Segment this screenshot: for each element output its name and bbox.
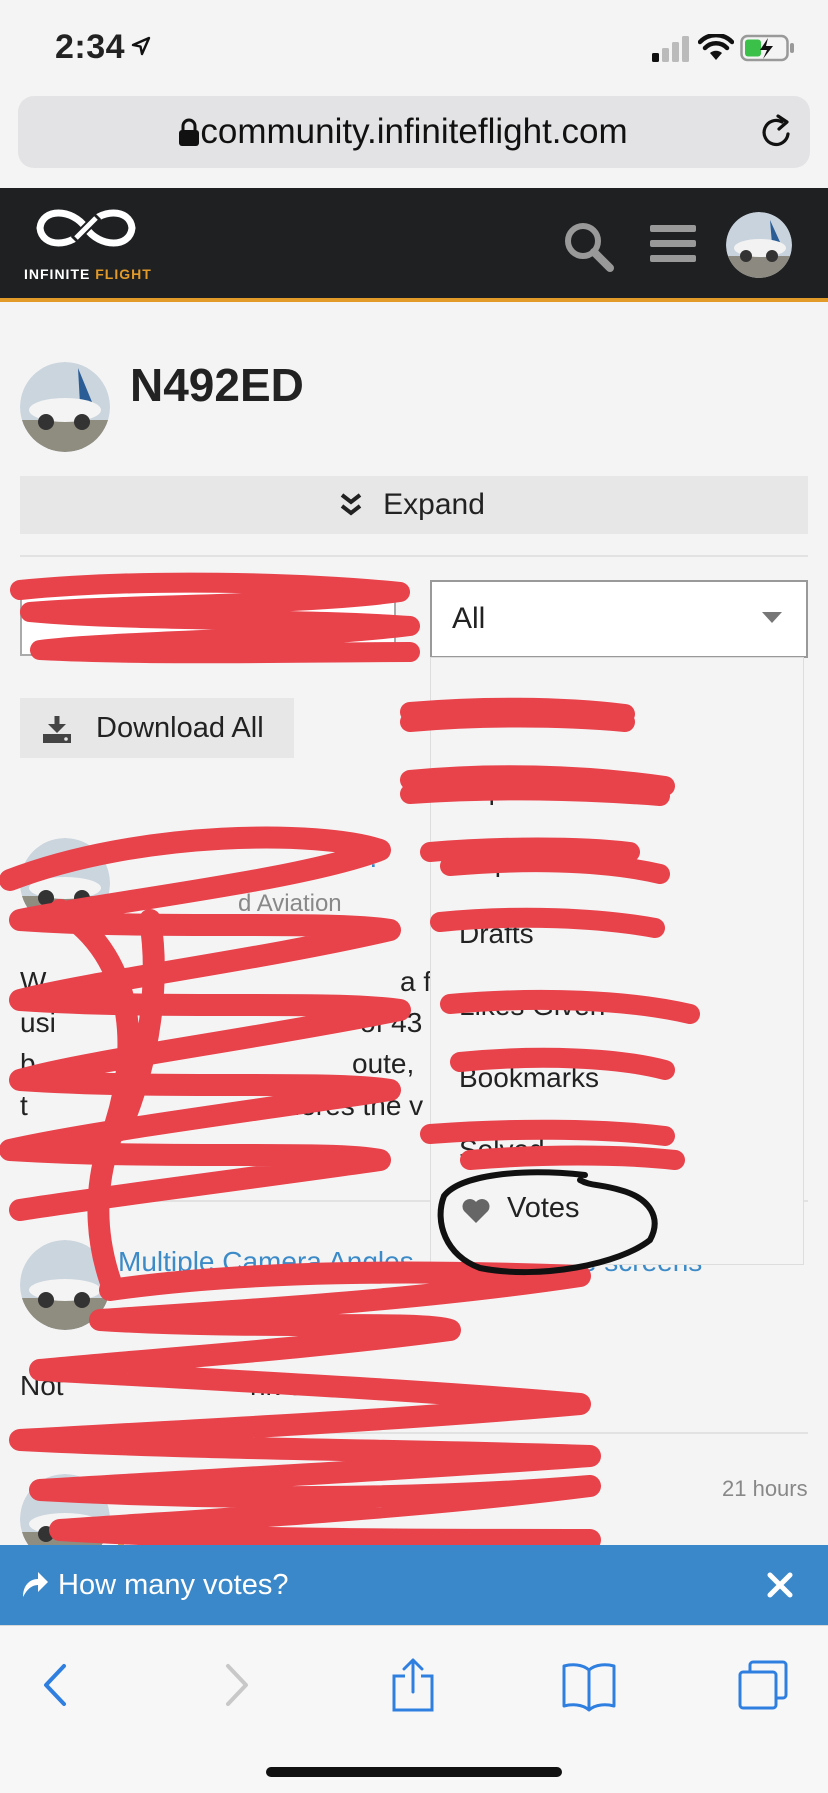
post-author-avatar[interactable]: [20, 1240, 110, 1330]
logo-word-flight: FLIGHT: [95, 266, 152, 282]
divider: [20, 555, 808, 557]
forward-icon[interactable]: [208, 1658, 262, 1712]
expand-profile-button[interactable]: Expand: [20, 476, 808, 534]
dropdown-item-votes[interactable]: Votes: [507, 1192, 580, 1225]
clock: 2:34: [55, 28, 126, 66]
notification-banner[interactable]: How many votes?: [0, 1545, 828, 1625]
dropdown-item-likes-given[interactable]: Likes Given: [459, 990, 605, 1022]
post-excerpt-line: about: [20, 1132, 91, 1163]
hamburger-menu-icon[interactable]: [648, 222, 698, 266]
post-excerpt-line: Heres the v: [280, 1090, 424, 1121]
feed-separator: [20, 1432, 808, 1434]
home-indicator: [266, 1767, 562, 1777]
download-icon: [43, 716, 71, 743]
site-header: INFINITE FLIGHT: [0, 188, 828, 302]
download-all-label: Download All: [96, 712, 264, 744]
url-text[interactable]: community.infiniteflight.com: [18, 96, 810, 168]
post-title[interactable]: Multiple Camera Angles: [118, 1246, 414, 1278]
dropdown-item-bookmarks[interactable]: Bookmarks: [459, 1062, 599, 1094]
activity-type-select[interactable]: All: [430, 580, 808, 658]
status-bar: 2:34: [0, 0, 828, 90]
post-excerpt-line: Not: [20, 1370, 64, 1401]
wifi-icon: [698, 34, 734, 60]
post-excerpt-line: t: [20, 1090, 28, 1121]
caret-down-icon: [762, 612, 782, 623]
close-icon[interactable]: [760, 1565, 800, 1605]
location-arrow-icon: [131, 36, 151, 56]
expand-label[interactable]: Expand: [20, 476, 808, 534]
heart-icon: [462, 1199, 490, 1223]
bookmarks-book-icon[interactable]: [562, 1658, 616, 1712]
post-excerpt-line: usi: [20, 1007, 56, 1038]
activity-type-dropdown: All Topics Replies Drafts Likes Given Bo…: [430, 657, 804, 1265]
post-timestamp: 21 hours: [722, 1476, 808, 1501]
reload-icon[interactable]: [756, 112, 796, 152]
dropdown-item-drafts[interactable]: Drafts: [459, 918, 534, 950]
download-all-button[interactable]: Download All: [20, 698, 294, 758]
share-icon[interactable]: [386, 1658, 440, 1712]
logo-wordmark: INFINITE FLIGHT: [24, 266, 152, 282]
share-arrow-icon: [23, 1572, 48, 1597]
dropdown-item-replies[interactable]: Replies: [459, 846, 552, 878]
lock-icon: [179, 118, 199, 146]
post-author-avatar[interactable]: [20, 838, 110, 928]
profile-avatar[interactable]: [20, 362, 110, 452]
dropdown-item-solved[interactable]: Solved: [459, 1134, 545, 1166]
cellular-signal-icon: [652, 36, 689, 62]
back-icon[interactable]: [30, 1658, 84, 1712]
filter-select-left[interactable]: [20, 582, 396, 656]
double-chevron-down-icon: [340, 493, 362, 516]
dropdown-item-topics[interactable]: Topics: [459, 774, 538, 806]
infinite-flight-logo-icon[interactable]: [32, 202, 140, 254]
post-excerpt-line: nk of no: [250, 1370, 350, 1401]
profile-username: N492ED: [130, 359, 304, 411]
activity-type-value: All: [452, 602, 486, 635]
search-icon[interactable]: [560, 218, 616, 274]
post-excerpt-line: oute,: [352, 1048, 415, 1079]
address-bar[interactable]: community.infiniteflight.com: [18, 96, 810, 168]
post-title[interactable]: ?: [366, 842, 382, 874]
post-excerpt-line: W: [20, 966, 47, 997]
logo-word-infinite: INFINITE: [24, 266, 91, 282]
battery-charging-icon: [740, 34, 794, 62]
post-category[interactable]: d Aviation: [238, 890, 342, 918]
user-avatar[interactable]: [726, 212, 792, 278]
dropdown-item-all[interactable]: All: [459, 702, 490, 734]
notification-text[interactable]: How many votes?: [58, 1545, 289, 1625]
post-excerpt-line: of 43: [360, 1007, 423, 1038]
expand-label-text: Expand: [383, 488, 485, 521]
post-excerpt-line: b: [20, 1048, 36, 1079]
tabs-icon[interactable]: [736, 1658, 790, 1712]
